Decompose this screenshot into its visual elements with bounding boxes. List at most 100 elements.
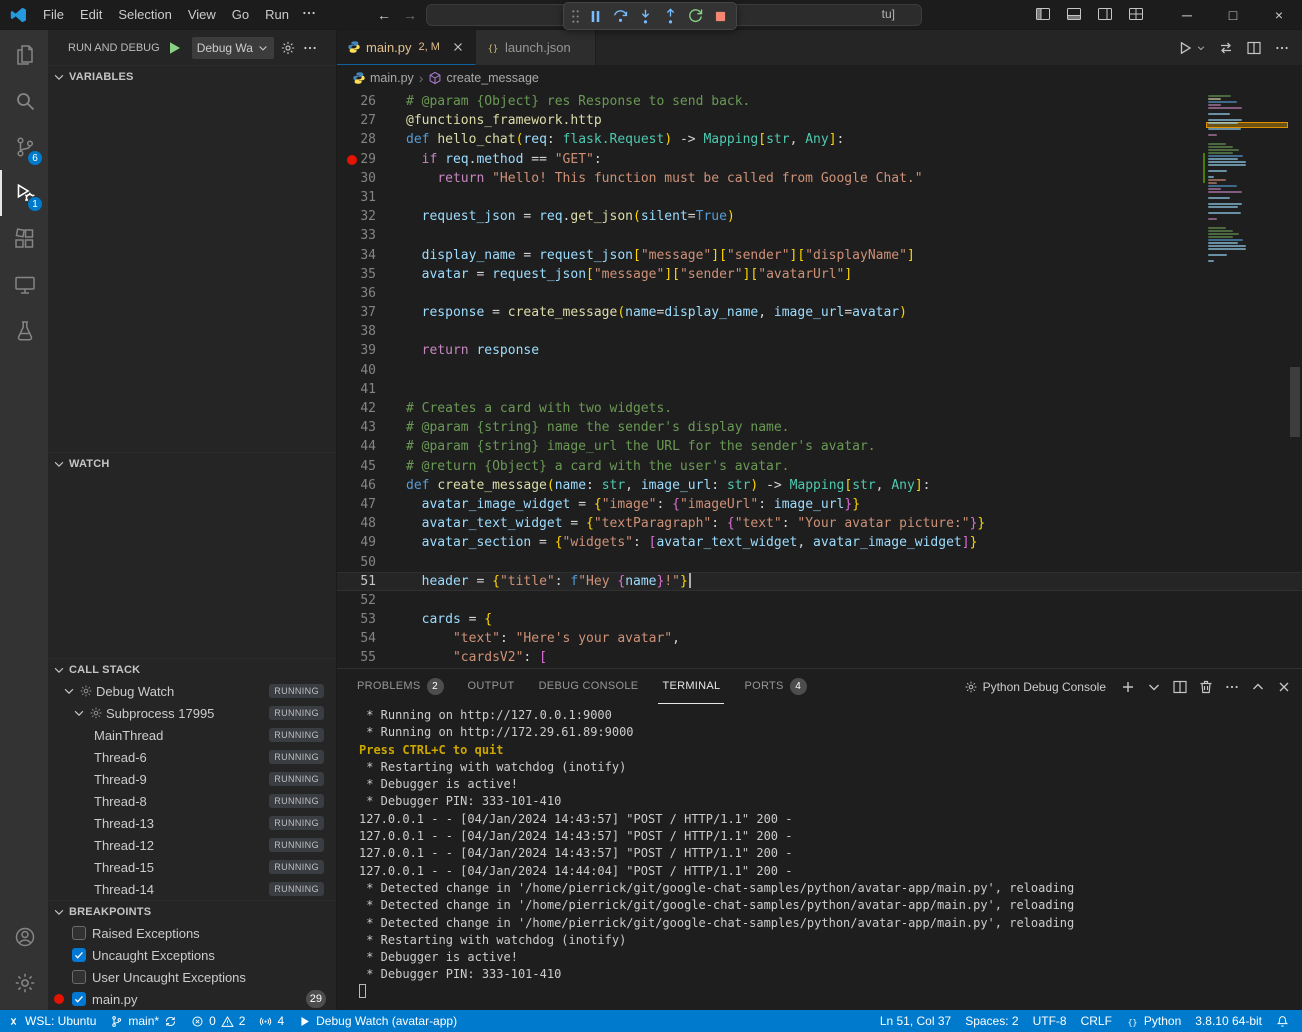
checkbox[interactable] [72, 992, 86, 1006]
tab-main-py[interactable]: main.py2, M [337, 30, 476, 65]
menu-edit[interactable]: Edit [72, 4, 110, 25]
remote-indicator[interactable]: WSL: Ubuntu [0, 1010, 103, 1032]
indentation[interactable]: Spaces: 2 [958, 1010, 1025, 1032]
code-line[interactable]: 30 return "Hello! This function must be … [337, 169, 1302, 188]
maximize-panel-button[interactable] [1250, 679, 1266, 695]
breakpoint-icon[interactable] [347, 155, 357, 165]
close-panel-button[interactable] [1276, 679, 1292, 695]
code-line[interactable]: 55 "cardsV2": [ [337, 648, 1302, 667]
callstack-row[interactable]: Debug WatchRUNNING [48, 680, 336, 702]
activity-source-control[interactable]: 6 [0, 124, 48, 170]
breadcrumb-item[interactable]: main.py [352, 71, 414, 85]
git-branch[interactable]: main* [103, 1010, 184, 1032]
breakpoint-row[interactable]: Uncaught Exceptions [48, 944, 336, 966]
code-editor[interactable]: 26# @param {Object} res Response to send… [337, 91, 1302, 668]
panel-tab-output[interactable]: OUTPUT [464, 669, 519, 704]
callstack-row[interactable]: Thread-9RUNNING [48, 768, 336, 790]
code-line[interactable]: 34 display_name = request_json["message"… [337, 246, 1302, 265]
activity-extensions[interactable] [0, 216, 48, 262]
checkbox[interactable] [72, 926, 86, 940]
terminal-output[interactable]: * Running on http://127.0.0.1:9000 * Run… [337, 704, 1302, 1010]
terminal-profile[interactable]: Python Debug Console [964, 680, 1106, 694]
code-line[interactable]: 36 [337, 284, 1302, 303]
code-line[interactable]: 52 [337, 591, 1302, 610]
code-line[interactable]: 27@functions_framework.http [337, 111, 1302, 130]
panel-tab-terminal[interactable]: TERMINAL [658, 669, 724, 704]
breakpoints-section-header[interactable]: BREAKPOINTS [48, 901, 336, 922]
checkbox[interactable] [72, 948, 86, 962]
close-icon[interactable] [451, 40, 465, 54]
debug-stop-button[interactable] [709, 5, 732, 28]
code-line[interactable]: 51 header = {"title": f"Hey {name}!"} [337, 572, 1302, 591]
views-more-actions-button[interactable] [302, 40, 318, 56]
customize-layout-button[interactable] [1128, 6, 1144, 25]
debug-restart-button[interactable] [684, 5, 707, 28]
debug-step-into-button[interactable] [634, 5, 657, 28]
activity-remote-explorer[interactable] [0, 262, 48, 308]
menu-file[interactable]: File [35, 4, 72, 25]
variables-section-header[interactable]: VARIABLES [48, 66, 336, 88]
debug-status[interactable]: Debug Watch (avatar-app) [291, 1010, 464, 1032]
breakpoint-row[interactable]: main.py29 [48, 988, 336, 1010]
watch-section-header[interactable]: WATCH [48, 453, 336, 475]
code-line[interactable]: 26# @param {Object} res Response to send… [337, 92, 1302, 111]
menu-selection[interactable]: Selection [110, 4, 179, 25]
debug-pause-button[interactable] [584, 5, 607, 28]
code-line[interactable]: 28def hello_chat(req: flask.Request) -> … [337, 130, 1302, 149]
kill-terminal-button[interactable] [1198, 679, 1214, 695]
call-stack-section-header[interactable]: CALL STACK [48, 659, 336, 680]
code-line[interactable]: 40 [337, 361, 1302, 380]
minimize-button[interactable]: ─ [1164, 0, 1210, 30]
menu-overflow-button[interactable] [297, 2, 321, 27]
code-line[interactable]: 47 avatar_image_widget = {"image": {"ima… [337, 495, 1302, 514]
menu-go[interactable]: Go [224, 4, 257, 25]
code-line[interactable]: 46def create_message(name: str, image_ur… [337, 476, 1302, 495]
notifications[interactable] [1269, 1010, 1296, 1032]
code-line[interactable]: 41 [337, 380, 1302, 399]
code-line[interactable]: 39 return response [337, 341, 1302, 360]
code-line[interactable]: 29 if req.method == "GET": [337, 150, 1302, 169]
toggle-panel-button[interactable] [1066, 6, 1082, 25]
code-line[interactable]: 50 [337, 553, 1302, 572]
code-line[interactable]: 38 [337, 322, 1302, 341]
activity-testing[interactable] [0, 308, 48, 354]
callstack-row[interactable]: Subprocess 17995RUNNING [48, 702, 336, 724]
activity-settings[interactable] [0, 960, 48, 1006]
code-line[interactable]: 45# @return {Object} a card with the use… [337, 457, 1302, 476]
callstack-row[interactable]: MainThreadRUNNING [48, 724, 336, 746]
encoding[interactable]: UTF-8 [1026, 1010, 1074, 1032]
code-line[interactable]: 37 response = create_message(name=displa… [337, 303, 1302, 322]
callstack-row[interactable]: Thread-14RUNNING [48, 878, 336, 900]
code-line[interactable]: 35 avatar = request_json["message"]["sen… [337, 265, 1302, 284]
start-debugging-button[interactable] [166, 40, 182, 56]
code-line[interactable]: 49 avatar_section = {"widgets": [avatar_… [337, 533, 1302, 552]
breadcrumb-item[interactable]: create_message [428, 71, 538, 85]
open-changes-button[interactable] [1218, 40, 1234, 56]
terminal-dropdown-button[interactable] [1146, 679, 1162, 695]
split-terminal-button[interactable] [1172, 679, 1188, 695]
code-line[interactable]: 44# @param {string} image_url the URL fo… [337, 437, 1302, 456]
more-actions-button[interactable] [1224, 679, 1240, 695]
activity-run-and-debug[interactable]: 1 [0, 170, 48, 216]
language-mode[interactable]: {}Python [1119, 1010, 1188, 1032]
menu-run[interactable]: Run [257, 4, 297, 25]
activity-accounts[interactable] [0, 914, 48, 960]
command-center[interactable]: tu] [426, 4, 922, 26]
code-line[interactable]: 53 cards = { [337, 610, 1302, 629]
launch-configuration-dropdown[interactable]: Debug Wa [192, 37, 274, 59]
go-forward-button[interactable]: → [400, 7, 420, 23]
breakpoint-row[interactable]: User Uncaught Exceptions [48, 966, 336, 988]
callstack-row[interactable]: Thread-13RUNNING [48, 812, 336, 834]
code-line[interactable]: 32 request_json = req.get_json(silent=Tr… [337, 207, 1302, 226]
eol[interactable]: CRLF [1074, 1010, 1119, 1032]
run-python-file-button[interactable] [1177, 40, 1193, 56]
close-button[interactable]: × [1256, 0, 1302, 30]
callstack-row[interactable]: Thread-6RUNNING [48, 746, 336, 768]
minimap[interactable] [1208, 91, 1288, 668]
panel-tab-debug-console[interactable]: DEBUG CONSOLE [535, 669, 643, 704]
new-terminal-button[interactable] [1120, 679, 1136, 695]
scrollbar-thumb[interactable] [1290, 367, 1300, 437]
editor-scrollbar[interactable] [1288, 91, 1302, 668]
launch-settings-button[interactable] [280, 40, 296, 56]
code-line[interactable]: 48 avatar_text_widget = {"textParagraph"… [337, 514, 1302, 533]
